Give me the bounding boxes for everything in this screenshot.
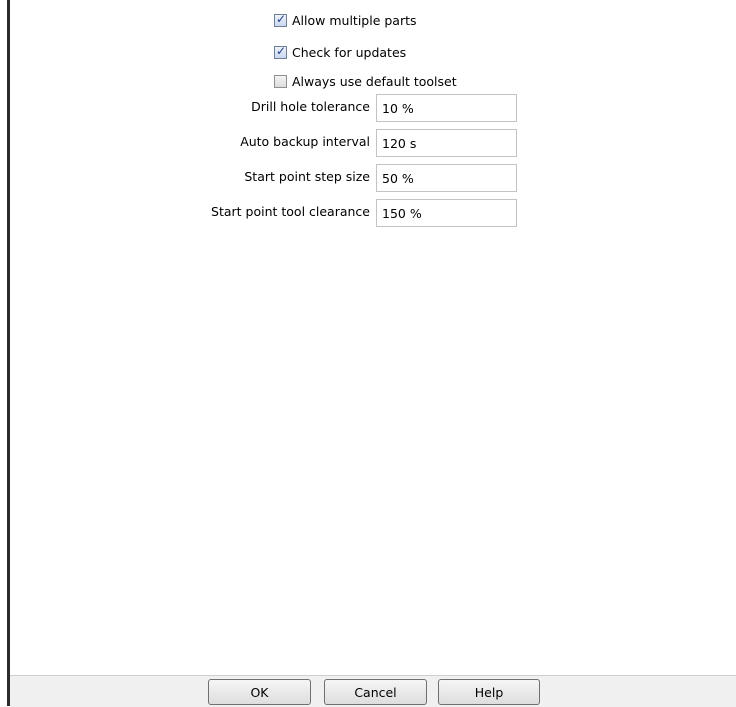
dialog-button-bar: OK Cancel Help [10, 675, 736, 707]
check-for-updates-label: Check for updates [292, 44, 407, 60]
checkmark-icon: ✓ [276, 43, 287, 58]
allow-multiple-parts-option[interactable]: ✓ Allow multiple parts [274, 10, 417, 30]
allow-multiple-parts-label: Allow multiple parts [292, 12, 417, 28]
start-point-step-size-row: Start point step size [0, 164, 736, 192]
auto-backup-interval-label: Auto backup interval [240, 134, 370, 149]
check-for-updates-checkbox[interactable]: ✓ [274, 43, 287, 59]
allow-multiple-parts-checkbox[interactable]: ✓ [274, 11, 287, 27]
cancel-button[interactable]: Cancel [324, 679, 427, 705]
drill-hole-tolerance-label: Drill hole tolerance [251, 99, 370, 114]
checkmark-icon: ✓ [276, 11, 287, 26]
start-point-tool-clearance-row: Start point tool clearance [0, 199, 736, 227]
always-use-default-toolset-label: Always use default toolset [292, 73, 457, 89]
help-button[interactable]: Help [438, 679, 540, 705]
check-for-updates-option[interactable]: ✓ Check for updates [274, 42, 406, 62]
always-use-default-toolset-option[interactable]: Always use default toolset [274, 71, 457, 91]
start-point-tool-clearance-input[interactable] [376, 199, 517, 227]
start-point-step-size-input[interactable] [376, 164, 517, 192]
ok-button[interactable]: OK [208, 679, 311, 705]
auto-backup-interval-input[interactable] [376, 129, 517, 157]
start-point-tool-clearance-label: Start point tool clearance [211, 204, 370, 219]
auto-backup-interval-row: Auto backup interval [0, 129, 736, 157]
always-use-default-toolset-checkbox[interactable] [274, 74, 287, 88]
start-point-step-size-label: Start point step size [244, 169, 370, 184]
drill-hole-tolerance-input[interactable] [376, 94, 517, 122]
drill-hole-tolerance-row: Drill hole tolerance [0, 94, 736, 122]
